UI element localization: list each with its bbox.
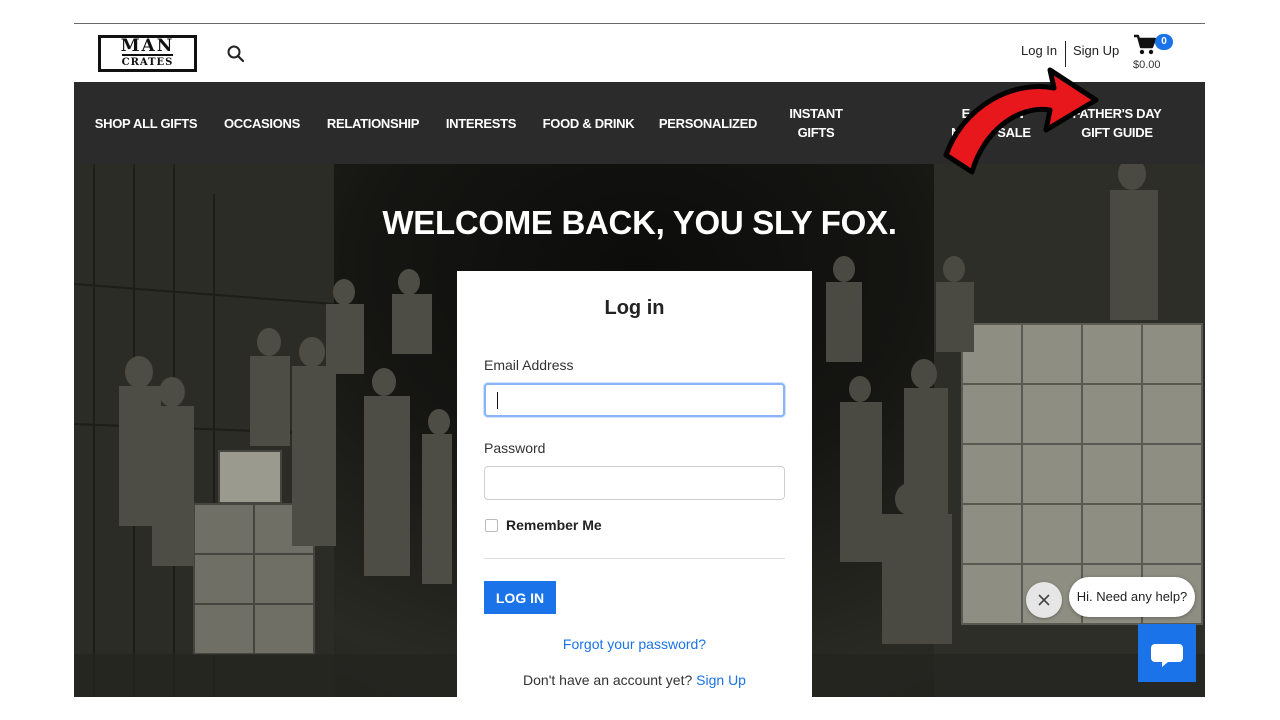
nav-label: OCCASIONS [223,115,301,131]
cart-icon [1134,34,1157,55]
nav-interests[interactable]: INTERESTS [440,82,522,164]
nav-label-line1: INSTANT [789,106,843,121]
text-cursor [497,392,498,409]
password-input[interactable] [484,466,785,500]
search-icon[interactable] [224,42,248,66]
chat-icon [1151,644,1183,667]
nav-label: PERSONALIZED [658,115,758,131]
logo-text-bottom: CRATES [121,54,174,68]
nav-personalized[interactable]: PERSONALIZED [654,82,762,164]
chat-launcher-button[interactable] [1138,624,1196,682]
nav-label: FOOD & DRINK [542,115,635,131]
nav-shop-all-gifts[interactable]: SHOP ALL GIFTS [84,82,208,164]
password-label: Password [484,440,546,456]
email-label: Email Address [484,357,574,373]
email-input[interactable] [484,383,785,417]
chat-prompt-bubble[interactable]: Hi. Need any help? [1069,577,1195,617]
hero-title: WELCOME BACK, YOU SLY FOX. [382,204,897,241]
login-submit-button[interactable]: LOG IN [484,581,556,614]
card-signup-link[interactable]: Sign Up [696,672,746,688]
nav-food-drink[interactable]: FOOD & DRINK [537,82,640,164]
login-card: Log in Email Address Password Remember M… [457,271,812,697]
chat-close-button[interactable] [1026,582,1062,618]
logo-text-top: MAN [120,36,175,56]
form-divider [484,558,785,559]
forgot-password-link[interactable]: Forgot your password? [457,636,812,652]
nav-label-line2: GIFTS [797,125,835,140]
header-login-link[interactable]: Log In [1021,43,1057,58]
nav-label: INTERESTS [445,115,517,131]
header-signup-link[interactable]: Sign Up [1073,43,1119,58]
cart-count-badge: 0 [1155,34,1173,50]
red-arrow-annotation [943,67,1099,175]
nav-instant-gifts[interactable]: INSTANT GIFTS [778,82,854,164]
nav-label: RELATIONSHIP [326,115,420,131]
cart-total: $0.00 [1133,59,1161,71]
remember-me-checkbox[interactable] [485,519,498,532]
nav-occasions[interactable]: OCCASIONS [216,82,308,164]
man-crates-logo[interactable]: MAN CRATES [98,35,197,72]
nav-relationship[interactable]: RELATIONSHIP [322,82,424,164]
no-account-text: Don't have an account yet? Sign Up [457,672,812,688]
nav-label: SHOP ALL GIFTS [94,115,198,131]
no-account-prompt: Don't have an account yet? [523,672,693,688]
close-icon [1038,594,1050,606]
login-title: Log in [604,297,665,319]
remember-me-label[interactable]: Remember Me [506,517,602,533]
